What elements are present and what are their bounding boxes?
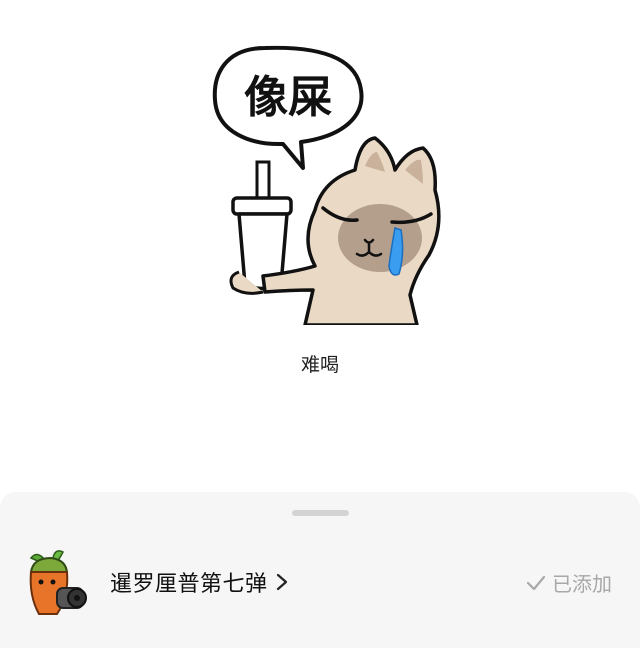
chevron-right-icon [276,573,287,591]
sticker-preview: 像屎 难喝 [0,0,640,495]
sheet-drag-handle[interactable] [292,510,349,516]
added-label: 已添加 [552,572,612,596]
speech-bubble-text: 像屎 [244,72,332,123]
pack-title-link[interactable]: 暹罗厘普第七弹 [110,566,288,598]
added-status: 已添加 [526,568,612,597]
sticker-pack-sheet: 暹罗厘普第七弹 已添加 [0,492,640,648]
carrot-soldier-thumbnail[interactable] [23,548,93,618]
sticker-caption: 难喝 [300,354,339,376]
pack-title: 暹罗厘普第七弹 [110,572,268,597]
crying-cat-sticker: 像屎 [212,45,441,325]
checkmark-icon [526,575,546,590]
sticker-pack-row[interactable]: 暹罗厘普第七弹 已添加 [0,542,640,622]
